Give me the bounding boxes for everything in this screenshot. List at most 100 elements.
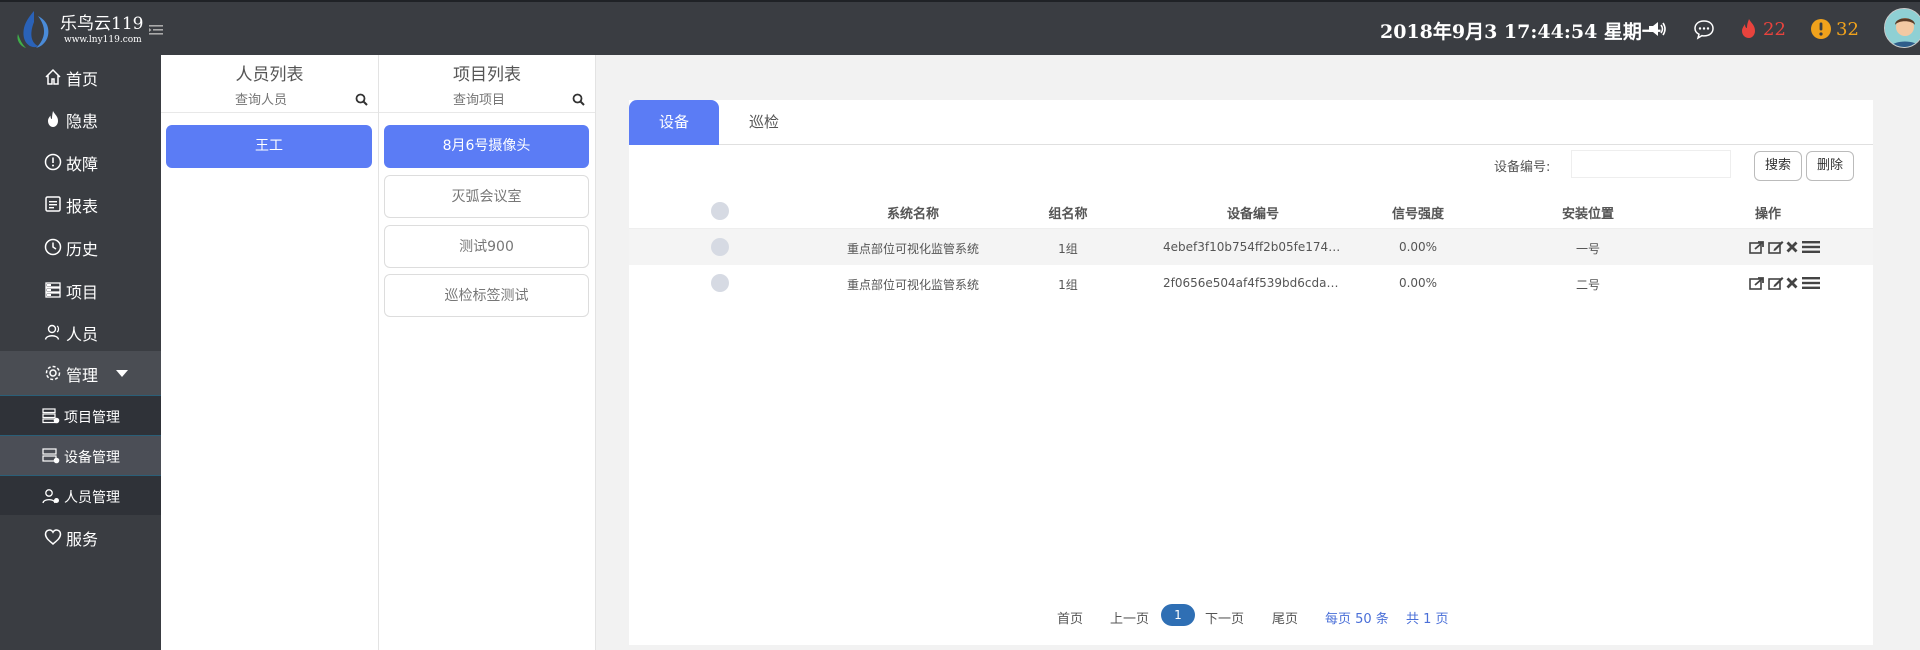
- column-header: 组名称: [1048, 207, 1088, 222]
- search-button[interactable]: 搜索: [1754, 151, 1802, 181]
- sidebar-item-label: 历史: [66, 240, 99, 259]
- table-row[interactable]: 重点部位可视化监管系统 1组 4ebef3f10b754ff2b05fe1741…: [629, 229, 1873, 265]
- location-cell: 二号: [1575, 278, 1600, 292]
- delete-button[interactable]: 删除: [1806, 151, 1854, 181]
- device-manage-icon: [42, 448, 60, 464]
- project-list-item[interactable]: 8月6号摄像头: [384, 125, 589, 168]
- column-header: 信号强度: [1391, 207, 1444, 222]
- edit-icon[interactable]: [1768, 240, 1784, 254]
- logo-icon: [17, 11, 49, 48]
- search-icon[interactable]: [355, 93, 368, 106]
- person-panel: 人员列表 王工: [161, 55, 379, 650]
- pager-next[interactable]: 下一页: [1205, 608, 1244, 627]
- sidebar-subitem-project-manage[interactable]: 项目管理: [0, 395, 161, 435]
- sidebar-subitem-label: 项目管理: [64, 410, 120, 426]
- column-header: 安装位置: [1561, 207, 1614, 222]
- sidebar-subitem-label: 人员管理: [64, 490, 120, 506]
- pager-per-page[interactable]: 每页 50 条: [1325, 608, 1389, 627]
- top-bar: 乐鸟云119 www.lny119.com 2018年9月3 17:44:54 …: [0, 0, 1920, 55]
- close-icon[interactable]: [1786, 277, 1798, 289]
- device-id-input[interactable]: [1571, 150, 1731, 178]
- home-icon: [45, 68, 61, 85]
- tab-device[interactable]: 设备: [629, 100, 719, 145]
- sidebar-item-label: 人员: [66, 325, 99, 344]
- sidebar-item-label: 首页: [66, 70, 99, 89]
- close-icon[interactable]: [1786, 241, 1798, 253]
- alert-count: 32: [1836, 19, 1859, 40]
- device-id-cell: 2f0656e504af4f539bd6cda02e0…: [1163, 276, 1343, 290]
- app-title: 乐鸟云119: [60, 14, 144, 34]
- report-icon: [45, 196, 61, 212]
- pager-total: 共 1 页: [1406, 612, 1449, 627]
- column-header: 设备编号: [1226, 207, 1279, 222]
- search-icon[interactable]: [572, 93, 585, 106]
- sidebar-item-service[interactable]: 服务: [0, 517, 161, 557]
- sidebar-item-label: 项目: [66, 283, 99, 302]
- person-panel-title: 人员列表: [235, 65, 304, 85]
- row-select-radio[interactable]: [711, 238, 729, 256]
- list-icon[interactable]: [1802, 240, 1820, 254]
- warning-icon: [44, 153, 62, 171]
- fire-alert-icon[interactable]: [1738, 18, 1760, 40]
- signal-cell: 0.00%: [1398, 276, 1438, 290]
- group-name-cell: 1组: [1058, 242, 1078, 256]
- sidebar-item-project[interactable]: 项目: [0, 270, 161, 310]
- project-icon: [45, 282, 61, 298]
- signal-cell: 0.00%: [1398, 240, 1438, 254]
- sidebar-item-label: 故障: [66, 155, 99, 174]
- sidebar-item-home[interactable]: 首页: [0, 57, 161, 97]
- sidebar-item-report[interactable]: 报表: [0, 184, 161, 224]
- sidebar-item-fault[interactable]: 故障: [0, 142, 161, 182]
- chevron-down-icon: [116, 370, 128, 377]
- volume-icon[interactable]: [1646, 18, 1668, 40]
- person-list-item[interactable]: 王工: [166, 125, 372, 168]
- device-id-cell: 4ebef3f10b754ff2b05fe17415ba…: [1163, 240, 1343, 254]
- sidebar-item-manage[interactable]: 管理: [0, 351, 161, 395]
- table-header: 系统名称 组名称 设备编号 信号强度 安装位置 操作: [629, 193, 1873, 229]
- project-search-box: [379, 87, 595, 113]
- avatar-icon: [1885, 9, 1920, 47]
- fire-count: 22: [1763, 19, 1786, 40]
- share-icon[interactable]: [1749, 276, 1765, 290]
- edit-icon[interactable]: [1768, 276, 1784, 290]
- app-url: www.lny119.com: [64, 35, 142, 45]
- main-content: 设备 巡检 设备编号: 搜索 删除 系统名称 组名称 设备编号 信号强度 安装位…: [596, 55, 1920, 650]
- sidebar-item-label: 服务: [66, 530, 99, 549]
- project-list-item[interactable]: 测试900: [384, 225, 589, 268]
- pager-prev[interactable]: 上一页: [1110, 608, 1149, 627]
- sidebar-subitem-person-manage[interactable]: 人员管理: [0, 475, 161, 515]
- person-manage-icon: [42, 489, 59, 504]
- pager-current-page[interactable]: 1: [1161, 604, 1195, 626]
- user-avatar[interactable]: [1884, 8, 1920, 48]
- share-icon[interactable]: [1749, 240, 1765, 254]
- project-list-item[interactable]: 灭弧会议室: [384, 175, 589, 218]
- clock-icon: [44, 238, 62, 256]
- table-row[interactable]: 重点部位可视化监管系统 1组 2f0656e504af4f539bd6cda02…: [629, 265, 1873, 301]
- heart-icon: [44, 529, 62, 545]
- project-search-input[interactable]: [389, 89, 569, 111]
- sidebar-item-personnel[interactable]: 人员: [0, 312, 161, 352]
- project-panel: 项目列表 8月6号摄像头 灭弧会议室 测试900 巡检标签测试: [379, 55, 596, 650]
- sidebar-item-hazard[interactable]: 隐患: [0, 99, 161, 139]
- datetime-display: 2018年9月3 17:44:54 星期一: [1380, 21, 1661, 43]
- group-name-cell: 1组: [1058, 278, 1078, 292]
- select-all-radio[interactable]: [711, 202, 729, 220]
- location-cell: 一号: [1575, 242, 1600, 256]
- device-card: 设备 巡检 设备编号: 搜索 删除 系统名称 组名称 设备编号 信号强度 安装位…: [629, 100, 1873, 645]
- sidebar-item-label: 报表: [66, 197, 99, 216]
- person-search-input[interactable]: [171, 89, 351, 111]
- system-name-cell: 重点部位可视化监管系统: [846, 242, 979, 256]
- alert-icon[interactable]: [1810, 18, 1832, 40]
- sidebar-item-history[interactable]: 历史: [0, 227, 161, 267]
- list-icon[interactable]: [1802, 276, 1820, 290]
- menu-toggle-icon[interactable]: [148, 22, 164, 38]
- chat-icon[interactable]: [1693, 18, 1715, 40]
- tab-inspection[interactable]: 巡检: [719, 100, 809, 145]
- pager-last[interactable]: 尾页: [1272, 608, 1298, 627]
- sidebar-subitem-device-manage[interactable]: 设备管理: [0, 435, 161, 475]
- row-select-radio[interactable]: [711, 274, 729, 292]
- pager-first[interactable]: 首页: [1057, 608, 1083, 627]
- person-icon: [44, 324, 60, 340]
- sidebar: 首页 隐患 故障 报表 历史 项目 人员 管理 项目管理 设备管理 人员管理 服…: [0, 55, 161, 650]
- project-list-item[interactable]: 巡检标签测试: [384, 274, 589, 317]
